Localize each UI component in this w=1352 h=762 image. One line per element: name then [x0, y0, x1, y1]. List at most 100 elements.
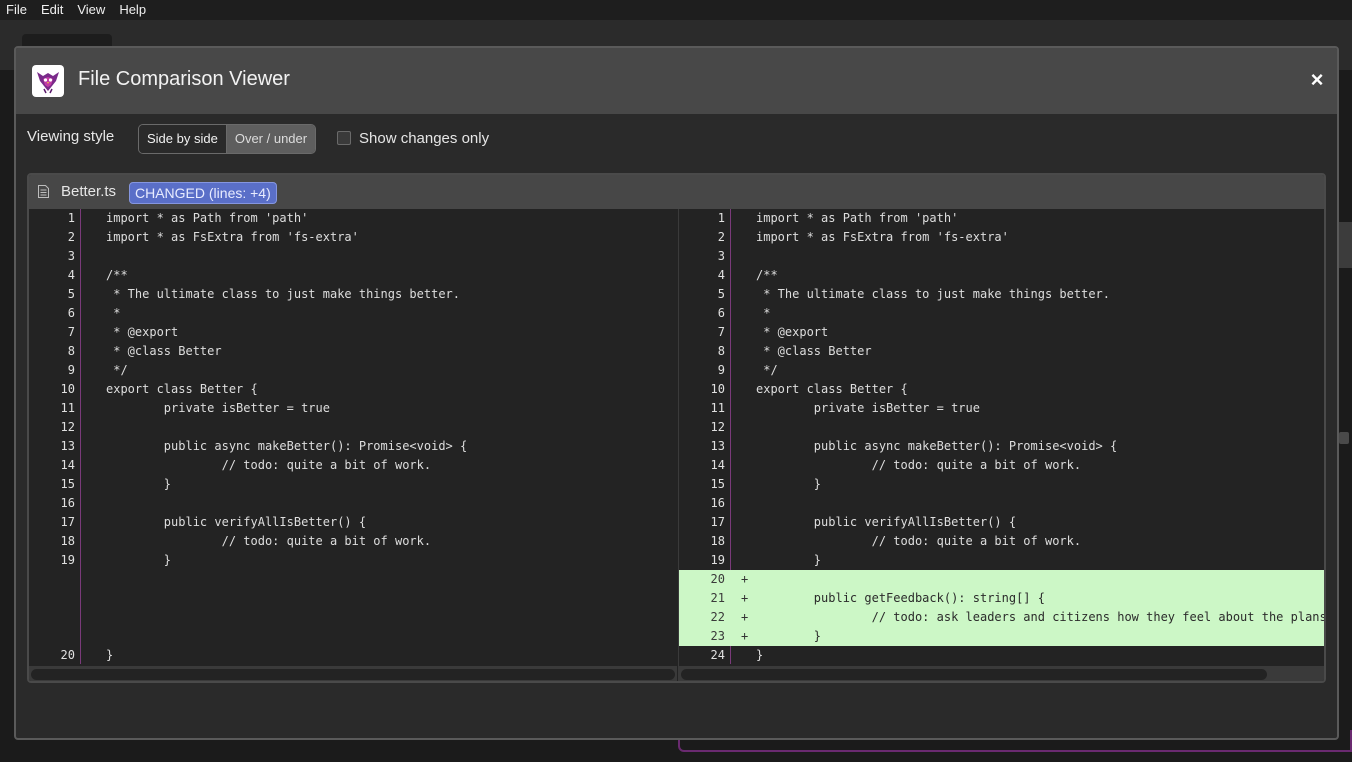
- left-code-line: 2 import * as FsExtra from 'fs-extra': [29, 228, 677, 247]
- left-pane: 1 import * as Path from 'path' 2 import * a…: [29, 209, 677, 681]
- left-code-line: 20}: [29, 646, 677, 665]
- line-code: // todo: quite a bit of work.: [756, 534, 1082, 548]
- line-code: */: [106, 363, 128, 377]
- line-code: /**: [756, 268, 778, 282]
- line-number: 19: [710, 553, 725, 567]
- side-by-side-option[interactable]: Side by side: [139, 125, 227, 153]
- line-code: }: [756, 553, 822, 567]
- left-code-line: 3: [29, 247, 677, 266]
- right-code-line: 13 public async makeBetter(): Promise<vo…: [679, 437, 1324, 456]
- line-number: 13: [60, 439, 75, 453]
- right-code-line: 5 * The ultimate class to just make thin…: [679, 285, 1324, 304]
- line-number: 9: [67, 363, 75, 377]
- line-code: * @export: [756, 325, 829, 339]
- left-code-line: 11 private isBetter = true: [29, 399, 677, 418]
- right-horizontal-scrollbar[interactable]: [679, 666, 1324, 681]
- line-number: 6: [67, 306, 75, 320]
- line-number: 11: [60, 401, 75, 415]
- menu-bar: File Edit View Help: [0, 0, 1352, 20]
- line-number: 8: [67, 344, 75, 358]
- left-code-line: 9 */: [29, 361, 677, 380]
- show-changes-checkbox[interactable]: [337, 131, 351, 145]
- line-number: 4: [717, 268, 725, 282]
- line-number: 18: [60, 534, 75, 548]
- left-code-line: 6 *: [29, 304, 677, 323]
- file-name: Better.ts: [61, 183, 117, 200]
- left-code-line: 17 public verifyAllIsBetter() {: [29, 513, 677, 532]
- line-code: * The ultimate class to just make things…: [106, 287, 461, 301]
- menu-file[interactable]: File: [0, 0, 34, 20]
- line-number: 2: [717, 230, 725, 244]
- line-code: export class Better {: [106, 382, 258, 396]
- menu-edit[interactable]: Edit: [34, 0, 70, 20]
- left-code-line: 7 * @export: [29, 323, 677, 342]
- right-code-line: 23 + }: [679, 627, 1324, 646]
- file-header: Better.ts CHANGED (lines: +4): [29, 175, 1324, 209]
- menu-view[interactable]: View: [70, 0, 112, 20]
- right-code-line: 7 * @export: [679, 323, 1324, 342]
- line-code: }: [106, 553, 172, 567]
- line-number: 10: [710, 382, 725, 396]
- right-code-line: 11 private isBetter = true: [679, 399, 1324, 418]
- right-scroll-thumb[interactable]: [681, 669, 1267, 680]
- line-number: 1: [717, 211, 725, 225]
- right-code-line: 6 *: [679, 304, 1324, 323]
- line-number: 17: [60, 515, 75, 529]
- line-number: 1: [67, 211, 75, 225]
- right-code-line: 20 +: [679, 570, 1324, 589]
- left-spacer-line: [29, 589, 677, 608]
- left-spacer-line: [29, 627, 677, 646]
- viewing-style-label: Viewing style: [27, 128, 115, 145]
- line-number: 14: [60, 458, 75, 472]
- line-number: 5: [67, 287, 75, 301]
- line-code: // todo: quite a bit of work.: [106, 458, 432, 472]
- line-code: import * as Path from 'path': [106, 211, 309, 225]
- right-code-line: 19 }: [679, 551, 1324, 570]
- added-marker: +: [741, 572, 749, 586]
- line-number: 23: [710, 629, 725, 643]
- line-number: 11: [710, 401, 725, 415]
- right-code-line: 15 }: [679, 475, 1324, 494]
- view-controls: Viewing style Side by side Over / under …: [16, 114, 1337, 172]
- line-number: 14: [710, 458, 725, 472]
- line-code: export class Better {: [756, 382, 908, 396]
- right-code-line: 12: [679, 418, 1324, 437]
- added-marker: +: [741, 629, 749, 643]
- file-icon: [38, 185, 49, 198]
- right-code-line: 17 public verifyAllIsBetter() {: [679, 513, 1324, 532]
- dialog-header: File Comparison Viewer ×: [16, 48, 1337, 114]
- left-code-line: 8 * @class Better: [29, 342, 677, 361]
- line-code: */: [756, 363, 778, 377]
- diff-panel: Better.ts CHANGED (lines: +4) 1 import * …: [27, 173, 1326, 683]
- added-marker: +: [741, 591, 749, 605]
- left-code-line: 13 public async makeBetter(): Promise<vo…: [29, 437, 677, 456]
- dialog-title: File Comparison Viewer: [78, 68, 290, 90]
- line-code: import * as Path from 'path': [756, 211, 959, 225]
- right-code-line: 14 // todo: quite a bit of work.: [679, 456, 1324, 475]
- line-number: 4: [67, 268, 75, 282]
- added-marker: +: [741, 610, 749, 624]
- line-number: 7: [67, 325, 75, 339]
- line-code: /**: [106, 268, 128, 282]
- line-number: 16: [60, 496, 75, 510]
- over-under-option[interactable]: Over / under: [226, 125, 316, 153]
- line-code: // todo: quite a bit of work.: [756, 458, 1082, 472]
- line-number: 12: [60, 420, 75, 434]
- line-code: * @class Better: [106, 344, 222, 358]
- left-code-line: 15 }: [29, 475, 677, 494]
- line-number: 9: [717, 363, 725, 377]
- left-code-line: 4 /**: [29, 266, 677, 285]
- left-scroll-thumb[interactable]: [31, 669, 675, 680]
- line-code: * @class Better: [756, 344, 872, 358]
- close-icon[interactable]: ×: [1307, 69, 1327, 91]
- left-horizontal-scrollbar[interactable]: [29, 666, 677, 681]
- right-pane: 1 import * as Path from 'path' 2 import * a…: [678, 209, 1324, 681]
- show-changes-label[interactable]: Show changes only: [359, 130, 489, 147]
- right-code-line: 10 export class Better {: [679, 380, 1324, 399]
- left-code-line: 19 }: [29, 551, 677, 570]
- menu-help[interactable]: Help: [112, 0, 153, 20]
- left-spacer-line: [29, 570, 677, 589]
- line-code: // todo: quite a bit of work.: [106, 534, 432, 548]
- line-code: }: [756, 648, 764, 662]
- line-code: public async makeBetter(): Promise<void>…: [756, 439, 1118, 453]
